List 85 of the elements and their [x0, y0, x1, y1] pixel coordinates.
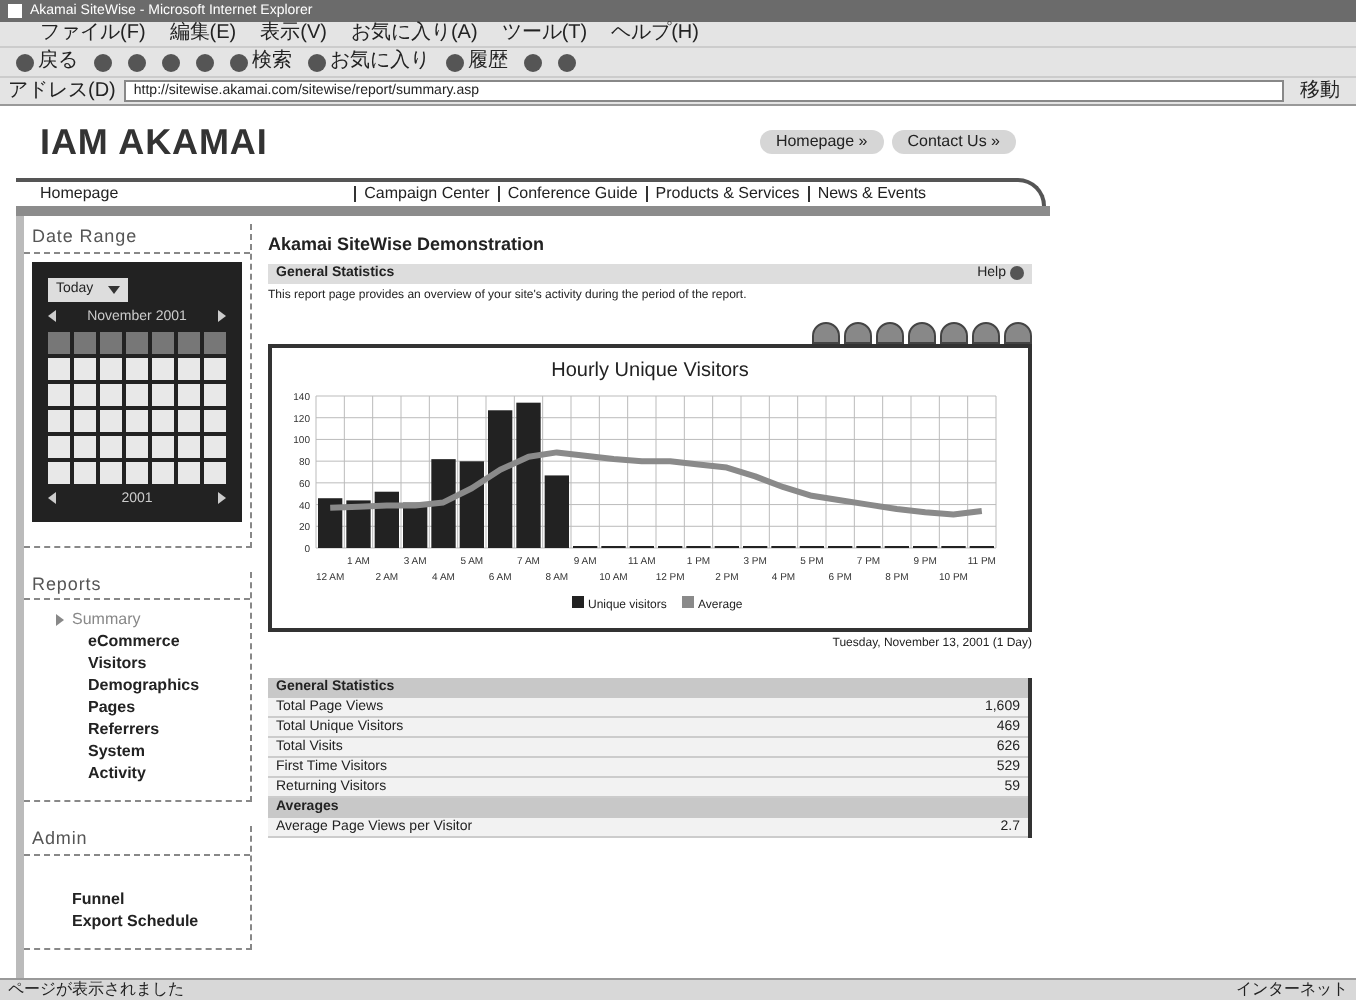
menu-item[interactable]: ファイル(F) — [40, 24, 146, 44]
nav-link[interactable]: News & Events — [807, 186, 927, 202]
zone-label: インターネット — [1236, 982, 1348, 998]
legend-swatch — [572, 595, 584, 607]
calendar-day[interactable] — [48, 409, 70, 431]
header-button[interactable]: Contact Us » — [891, 130, 1016, 154]
report-link[interactable]: Referrers — [72, 718, 160, 740]
chart-title: Hourly Unique Visitors — [551, 359, 749, 381]
menu-item[interactable]: ヘルプ(H) — [611, 24, 699, 44]
calendar-day[interactable] — [152, 435, 174, 457]
menu-item[interactable]: 編集(E) — [169, 24, 237, 44]
calendar-day[interactable] — [204, 409, 226, 431]
calendar-day[interactable] — [126, 409, 148, 431]
calendar-day[interactable] — [152, 383, 174, 405]
panel-title: Date Range — [24, 224, 250, 253]
calendar-day[interactable] — [152, 357, 174, 379]
dropdown-arrow-icon — [108, 285, 120, 293]
previous-icon[interactable] — [48, 310, 56, 322]
calendar-day[interactable] — [204, 435, 226, 457]
bar — [544, 474, 569, 547]
bar — [318, 497, 343, 547]
report-link[interactable]: Demographics — [72, 674, 200, 696]
calendar-day[interactable] — [204, 461, 226, 483]
calendar-day[interactable] — [178, 435, 200, 457]
calendar-day[interactable] — [74, 461, 96, 483]
calendar-day[interactable] — [100, 357, 122, 379]
panel-title: Reports — [24, 571, 250, 600]
calendar-day[interactable] — [126, 461, 148, 483]
calendar-day[interactable] — [178, 461, 200, 483]
report-link[interactable]: eCommerce — [72, 630, 180, 652]
calendar-day[interactable] — [48, 461, 70, 483]
next-icon[interactable] — [217, 492, 226, 504]
home-link[interactable]: Homepage — [40, 186, 119, 202]
calendar-day[interactable] — [74, 409, 96, 431]
menu-item[interactable]: お気に入り(A) — [350, 24, 478, 44]
report-link[interactable]: Activity — [72, 762, 146, 784]
go-button[interactable]: 移動 — [1292, 81, 1348, 101]
logo[interactable]: IAM AKAMAI — [40, 115, 268, 169]
header-button[interactable]: Homepage » — [759, 130, 884, 154]
calendar-day[interactable] — [178, 383, 200, 405]
calendar-day[interactable] — [178, 409, 200, 431]
calendar-day[interactable] — [100, 461, 122, 483]
page-title: Akamai SiteWise Demonstration — [268, 232, 546, 258]
calendar-day[interactable] — [178, 357, 200, 379]
nav-link[interactable]: Conference Guide — [497, 186, 638, 202]
admin-link[interactable]: Export Schedule — [72, 909, 250, 931]
selection-marker-icon — [56, 613, 64, 625]
browser-icon — [8, 4, 22, 18]
nav-link[interactable]: Campaign Center — [354, 186, 490, 202]
report-link[interactable]: System — [72, 740, 145, 762]
menu-item[interactable]: 表示(V) — [260, 24, 327, 44]
calendar-day[interactable] — [126, 357, 148, 379]
report-link[interactable]: Pages — [72, 696, 136, 718]
calendar-day[interactable] — [48, 357, 70, 379]
admin-link[interactable]: Funnel — [72, 887, 250, 909]
menu-item[interactable]: ツール(T) — [501, 24, 588, 44]
status-text: ページが表示されました — [8, 982, 184, 998]
calendar-day[interactable] — [48, 435, 70, 457]
bar — [488, 409, 513, 547]
calendar-day[interactable] — [100, 435, 122, 457]
calendar-day[interactable] — [152, 409, 174, 431]
report-link[interactable]: Summary — [72, 608, 141, 630]
calendar-day[interactable] — [100, 383, 122, 405]
toolbar-button[interactable]: 戻る — [16, 52, 78, 72]
toolbar-button[interactable]: 検索 — [230, 52, 292, 72]
calendar-day[interactable] — [74, 383, 96, 405]
nav-link[interactable]: Products & Services — [645, 186, 800, 202]
calendar-day[interactable] — [204, 383, 226, 405]
legend-swatch — [682, 595, 694, 607]
calendar-day[interactable] — [48, 383, 70, 405]
address-label: アドレス(D) — [8, 81, 116, 101]
toolbar-button[interactable]: お気に入り — [308, 52, 430, 72]
calendar-day[interactable] — [126, 435, 148, 457]
next-icon[interactable] — [218, 310, 226, 322]
bar — [431, 458, 456, 547]
report-link[interactable]: Visitors — [72, 652, 147, 674]
previous-icon[interactable] — [48, 492, 56, 504]
panel-title: Admin — [24, 826, 250, 855]
calendar-day[interactable] — [74, 357, 96, 379]
calendar-day[interactable] — [204, 357, 226, 379]
calendar-day[interactable] — [100, 409, 122, 431]
toolbar-button[interactable]: 履歴 — [446, 52, 508, 72]
calendar-day[interactable] — [152, 461, 174, 483]
calendar-day[interactable] — [74, 435, 96, 457]
calendar-day[interactable] — [126, 383, 148, 405]
